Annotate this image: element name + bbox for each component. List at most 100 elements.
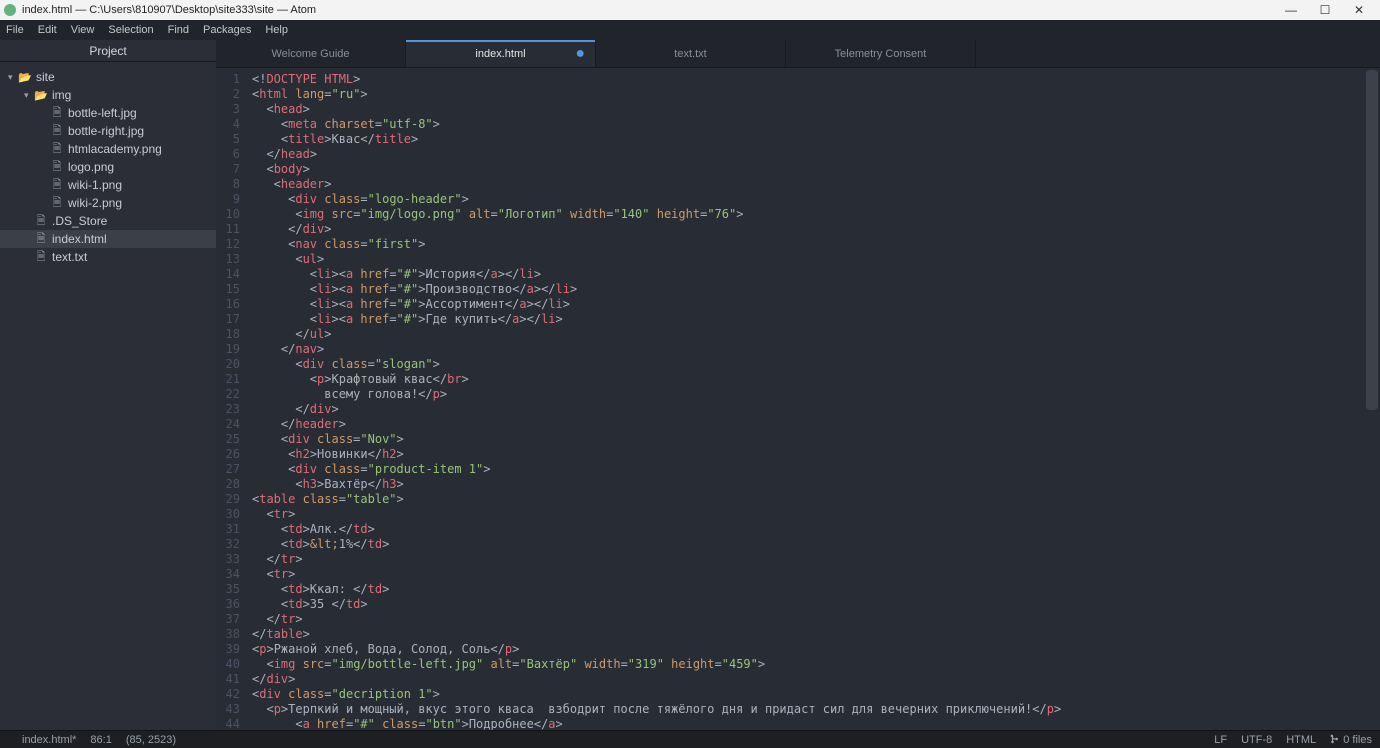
code-line[interactable]: <div class="Nov"> <box>252 432 1380 447</box>
tab-text-txt[interactable]: text.txt <box>596 40 786 67</box>
code-line[interactable]: <!DOCTYPE HTML> <box>252 72 1380 87</box>
status-git[interactable]: 0 files <box>1330 734 1372 746</box>
code-line[interactable]: <table class="table"> <box>252 492 1380 507</box>
code-line[interactable]: <a href="#" class="btn">Подробнее</a> <box>252 717 1380 730</box>
token-pu: > <box>324 222 331 236</box>
file-icon: 🗎 <box>50 176 64 195</box>
code-line[interactable]: <head> <box>252 102 1380 117</box>
folder-img[interactable]: ▾📂img <box>0 86 216 104</box>
code-line[interactable]: <td>Алк.</td> <box>252 522 1380 537</box>
code-line[interactable]: </nav> <box>252 342 1380 357</box>
file-wiki-1.png[interactable]: 🗎wiki-1.png <box>0 176 216 194</box>
code-line[interactable]: <nav class="first"> <box>252 237 1380 252</box>
code-line[interactable]: </head> <box>252 147 1380 162</box>
minimize-button[interactable]: — <box>1274 3 1308 17</box>
file-htmlacademy.png[interactable]: 🗎htmlacademy.png <box>0 140 216 158</box>
status-grammar[interactable]: HTML <box>1286 734 1316 746</box>
code-line[interactable]: <li><a href="#">Производство</a></li> <box>252 282 1380 297</box>
code-line[interactable]: </div> <box>252 222 1380 237</box>
code-line[interactable]: <div class="logo-header"> <box>252 192 1380 207</box>
token-pu: > <box>303 537 310 551</box>
file-tree[interactable]: ▾📂site▾📂img🗎bottle-left.jpg🗎bottle-right… <box>0 62 216 272</box>
menu-file[interactable]: File <box>6 24 24 36</box>
status-file[interactable]: index.html* <box>22 734 76 746</box>
code-line[interactable]: всему голова!</p> <box>252 387 1380 402</box>
menu-help[interactable]: Help <box>265 24 288 36</box>
code-line[interactable]: <img src="img/bottle-left.jpg" alt="Вахт… <box>252 657 1380 672</box>
code-line[interactable]: <p>Терпкий и мощный, вкус этого кваса вз… <box>252 702 1380 717</box>
code-line[interactable]: <td>35 </td> <box>252 597 1380 612</box>
code-line[interactable]: <li><a href="#">Ассортимент</a></li> <box>252 297 1380 312</box>
code-line[interactable]: <tr> <box>252 507 1380 522</box>
code-line[interactable]: <td>Ккал: </td> <box>252 582 1380 597</box>
token-tg: h3 <box>382 477 396 491</box>
token-pu: > <box>411 132 418 146</box>
folder-site[interactable]: ▾📂site <box>0 68 216 86</box>
file-bottle-left.jpg[interactable]: 🗎bottle-left.jpg <box>0 104 216 122</box>
code-line[interactable]: <header> <box>252 177 1380 192</box>
token-tg: table <box>266 627 302 641</box>
token-pu: </ <box>252 327 310 341</box>
file-index.html[interactable]: 🗎index.html <box>0 230 216 248</box>
tab-index-html[interactable]: index.html● <box>406 40 596 67</box>
code-line[interactable]: </tr> <box>252 552 1380 567</box>
close-button[interactable]: ✕ <box>1342 3 1376 17</box>
code-content[interactable]: <!DOCTYPE HTML><html lang="ru"> <head> <… <box>246 68 1380 730</box>
code-line[interactable]: <td>&lt;1%</td> <box>252 537 1380 552</box>
code-line[interactable]: <img src="img/logo.png" alt="Логотип" wi… <box>252 207 1380 222</box>
status-encoding[interactable]: UTF-8 <box>1241 734 1272 746</box>
token-tg: a <box>303 717 310 730</box>
code-line[interactable]: </div> <box>252 402 1380 417</box>
token-tg: h3 <box>303 477 317 491</box>
code-line[interactable]: <div class="slogan"> <box>252 357 1380 372</box>
token-pu: = <box>360 237 367 251</box>
code-line[interactable]: <p>Крафтовый квас</br> <box>252 372 1380 387</box>
file-bottle-right.jpg[interactable]: 🗎bottle-right.jpg <box>0 122 216 140</box>
token-pu <box>563 207 570 221</box>
file-text.txt[interactable]: 🗎text.txt <box>0 248 216 266</box>
code-line[interactable]: <tr> <box>252 567 1380 582</box>
token-pu: < <box>252 702 274 716</box>
code-line[interactable]: </div> <box>252 672 1380 687</box>
menu-find[interactable]: Find <box>168 24 189 36</box>
code-line[interactable]: <li><a href="#">История</a></li> <box>252 267 1380 282</box>
status-cursor[interactable]: 86:1 <box>90 734 111 746</box>
file-logo.png[interactable]: 🗎logo.png <box>0 158 216 176</box>
code-line[interactable]: <li><a href="#">Где купить</a></li> <box>252 312 1380 327</box>
code-line[interactable]: <div class="decription 1"> <box>252 687 1380 702</box>
menu-selection[interactable]: Selection <box>108 24 153 36</box>
code-line[interactable]: <meta charset="utf-8"> <box>252 117 1380 132</box>
code-line[interactable]: <div class="product-item 1"> <box>252 462 1380 477</box>
code-line[interactable]: <html lang="ru"> <box>252 87 1380 102</box>
code-line[interactable]: </header> <box>252 417 1380 432</box>
file-wiki-2.png[interactable]: 🗎wiki-2.png <box>0 194 216 212</box>
menu-packages[interactable]: Packages <box>203 24 251 36</box>
code-line[interactable]: <body> <box>252 162 1380 177</box>
line-number: 36 <box>216 597 240 612</box>
vertical-scrollbar[interactable] <box>1366 70 1378 710</box>
code-line[interactable]: <p>Ржаной хлеб, Вода, Солод, Соль</p> <box>252 642 1380 657</box>
token-tg: td <box>368 537 382 551</box>
status-eol[interactable]: LF <box>1214 734 1227 746</box>
code-line[interactable]: <h2>Новинки</h2> <box>252 447 1380 462</box>
code-editor[interactable]: 1234567891011121314151617181920212223242… <box>216 68 1380 730</box>
menu-view[interactable]: View <box>71 24 95 36</box>
token-tg: tr <box>274 567 288 581</box>
file-.DS_Store[interactable]: 🗎.DS_Store <box>0 212 216 230</box>
tab-telemetry-consent[interactable]: Telemetry Consent <box>786 40 976 67</box>
token-tg: li <box>317 267 331 281</box>
tab-label: index.html <box>475 48 525 60</box>
editor-pane: Welcome Guideindex.html●text.txtTelemetr… <box>216 40 1380 730</box>
tab-welcome-guide[interactable]: Welcome Guide <box>216 40 406 67</box>
maximize-button[interactable]: ☐ <box>1308 3 1342 17</box>
code-line[interactable]: </table> <box>252 627 1380 642</box>
code-line[interactable]: <ul> <box>252 252 1380 267</box>
menu-edit[interactable]: Edit <box>38 24 57 36</box>
code-line[interactable]: </ul> <box>252 327 1380 342</box>
token-pu: > <box>1054 702 1061 716</box>
token-pu: > <box>462 372 469 386</box>
code-line[interactable]: <h3>Вахтёр</h3> <box>252 477 1380 492</box>
token-pu: = <box>324 687 331 701</box>
code-line[interactable]: </tr> <box>252 612 1380 627</box>
code-line[interactable]: <title>Квас</title> <box>252 132 1380 147</box>
